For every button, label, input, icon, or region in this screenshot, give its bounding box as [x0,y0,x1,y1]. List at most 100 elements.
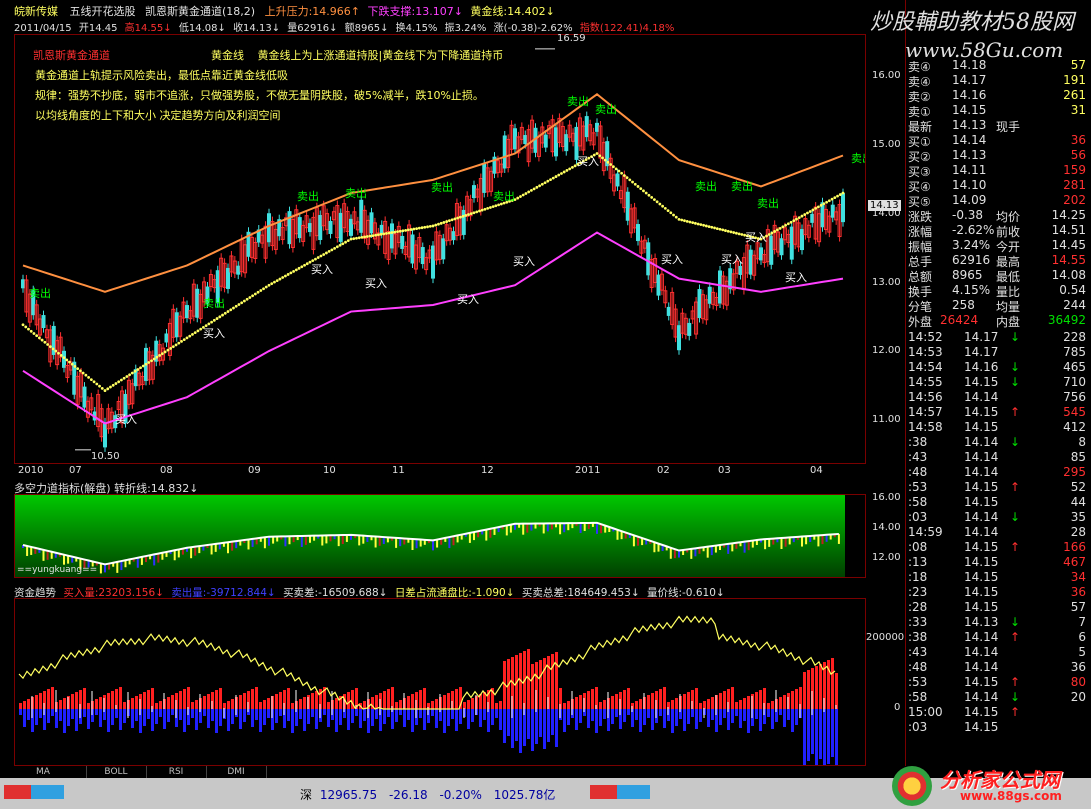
market-summary[interactable]: 深 12965.75 -26.18 -0.20% 1025.78亿 [300,786,555,803]
buy-volume-bar [375,695,378,709]
sell-volume-bar [279,709,282,716]
sell-volume-bar [71,709,74,719]
gold-dot [685,219,689,223]
sell-volume-bar [67,709,70,726]
gold-dot [453,217,457,221]
sell-volume-bar [563,709,566,732]
gold-dot [480,208,484,212]
gold-dot [248,296,252,299]
gold-dot [540,182,544,186]
sell-volume-bar [807,709,810,761]
gold-dot [330,248,334,252]
gold-readout: 黄金线:14.402↓ [470,5,555,18]
tick-row: 14:52 14.17 ↓ 228 [908,330,1088,345]
tick-row: 14:53 14.17 785 [908,345,1088,360]
bid-row: 买① 14.14 36 [908,133,1088,149]
buy-volume-bar [275,694,278,709]
gold-dot [158,354,162,357]
sell-volume-bar [467,709,470,729]
bar-volume: 量62916↓ [287,23,338,34]
gold-dot [294,268,298,272]
sell-volume-bar [539,709,542,737]
candle-body [707,286,712,304]
gold-dot [212,318,216,322]
gold-dot [368,234,372,238]
sell-volume-bar [315,709,318,729]
sell-volume-bar [359,709,362,728]
tick-price: 14.15 [964,420,999,434]
buy-volume-bar [543,658,546,709]
stat-value: 244 [1063,298,1086,312]
annotation-line4: 以均线角度的上下和大小 决定趋势方向及利润空间 [35,109,281,122]
low-marker: 10.50 [91,451,120,462]
sell-volume-bar [743,709,746,721]
tick-time: :38 [908,435,928,449]
gold-dot [614,167,618,171]
tick-price: 14.14 [964,465,999,479]
sell-volume-bar [335,709,338,732]
indicator-name[interactable]: 五线开花选股 [70,5,136,18]
sell-volume-bar [755,709,758,719]
stat-value: 3.24% [952,238,991,252]
sell-volume-bar [151,709,154,731]
buy-volume-bar [603,700,606,709]
main-chart-panel[interactable]: 卖出卖出卖出卖出卖出卖出卖出卖出卖出卖出卖出卖出买入买入买入买入买入买入买入买入… [14,33,866,464]
candle-body [41,315,46,329]
sell-volume-bar [395,709,398,722]
gold-dot [404,228,408,232]
candle-body [697,289,702,319]
buy-volume-bar [179,691,182,709]
status-indicator-left [4,785,64,799]
sub2-panel[interactable] [14,598,866,766]
tick-volume: 7 [1078,615,1086,629]
gold-dot [817,205,820,209]
sell-volume-bar [535,709,538,744]
tick-price: 14.15 [964,675,999,689]
tab-boll[interactable]: BOLL [86,766,147,778]
gold-dot [519,195,522,198]
sell-volume-bar [503,709,506,743]
buy-volume-bar [407,696,410,709]
x-tick: 2010 [18,465,44,476]
gold-dot [199,327,203,331]
gold-dot [92,380,96,384]
tab-dmi[interactable]: DMI [206,766,267,778]
candle-body [441,238,446,260]
candle-body [759,247,763,261]
gold-dot [48,345,52,349]
gold-dot [494,204,498,208]
annotation-gold-label: 黄金线 黄金线上为上涨通道持股|黄金线下为下降通道持币 [211,47,503,63]
buy-volume-bar [783,695,786,709]
buy-volume-bar [779,697,782,709]
sell-signal: 卖出 [695,179,717,193]
buy-volume-bar [647,695,650,709]
tick-row: :48 14.14 36 [908,660,1088,675]
gold-dot [57,351,60,355]
tab-rsi[interactable]: RSI [146,766,207,778]
buy-volume-bar [659,689,662,709]
buy-volume-bar [835,673,838,709]
gold-dot [43,340,47,344]
tick-time: 14:53 [908,345,943,359]
buy-volume-bar [579,695,582,709]
sub1-panel[interactable]: ==yungkuang== [14,494,866,578]
latest-price: 14.13 [952,118,987,132]
tab-ma[interactable]: MA [0,766,87,778]
buy-signal: 买入 [457,293,479,306]
sub1-footer: ==yungkuang== [17,565,98,575]
gold-dot [538,184,541,188]
gold-dot [778,226,782,230]
gold-dot [284,274,287,278]
x-tick: 03 [718,465,731,476]
gold-dot [461,214,465,218]
candle-body [543,134,548,148]
gold-dot [100,386,104,390]
indicator-params: 凯恩斯黄金通道(18,2) [145,5,256,18]
tick-time: :33 [908,615,928,629]
buy-volume-bar [435,699,438,709]
gold-dot [245,297,249,301]
stock-name[interactable]: 皖新传媒 [14,5,58,18]
tick-price: 14.15 [964,555,999,569]
buy-volume-bar [627,688,630,709]
bid-row: 买③ 14.11 159 [908,163,1088,179]
